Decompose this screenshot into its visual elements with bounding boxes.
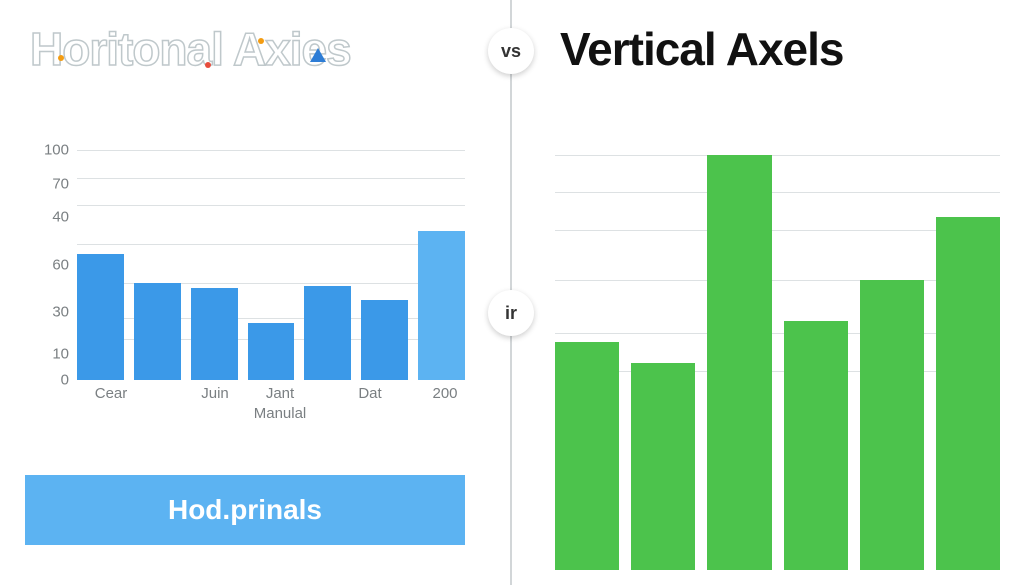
right-title: Vertical Axels: [560, 22, 844, 76]
bar: [707, 155, 771, 570]
accent-dot: [205, 62, 211, 68]
bar: [304, 286, 351, 380]
bars: [555, 155, 1000, 570]
bar: [860, 280, 924, 571]
accent-dot: [58, 55, 64, 61]
y-tick: 100: [25, 142, 69, 159]
bar: [555, 342, 619, 570]
accent-dot: [258, 38, 264, 44]
bar: [936, 217, 1000, 570]
y-tick: 60: [25, 256, 69, 273]
y-tick: 30: [25, 304, 69, 321]
bar: [134, 283, 181, 380]
bar: [361, 300, 408, 381]
bar: [418, 231, 465, 381]
x-tick: Dat: [340, 385, 400, 402]
triangle-icon: [310, 48, 326, 62]
comparison-canvas: Horitonal Axies Vertical Axels vs ir 100…: [0, 0, 1024, 585]
x-sublabel: Manulal: [240, 405, 320, 422]
ir-badge: ir: [488, 290, 534, 336]
bar: [784, 321, 848, 570]
right-bar-chart: [555, 155, 1005, 570]
bar: [248, 323, 295, 381]
y-tick: 70: [25, 175, 69, 192]
bar: [77, 254, 124, 381]
y-tick: 10: [25, 346, 69, 363]
button-label: Hod.prinals: [168, 494, 322, 526]
y-tick: 40: [25, 209, 69, 226]
y-tick: 0: [25, 371, 69, 388]
left-bar-chart: 100 70 40 60 30 10 0 Cear Juin Jant Dat: [25, 150, 475, 430]
bars: [77, 150, 465, 380]
left-title: Horitonal Axies: [30, 22, 351, 76]
bar: [191, 288, 238, 380]
vs-badge: vs: [488, 28, 534, 74]
x-tick: Juin: [185, 385, 245, 402]
bar: [631, 363, 695, 571]
hod-prinals-button[interactable]: Hod.prinals: [25, 475, 465, 545]
x-tick: Cear: [81, 385, 141, 402]
x-tick: 200: [415, 385, 475, 402]
x-tick: Jant: [250, 385, 310, 402]
